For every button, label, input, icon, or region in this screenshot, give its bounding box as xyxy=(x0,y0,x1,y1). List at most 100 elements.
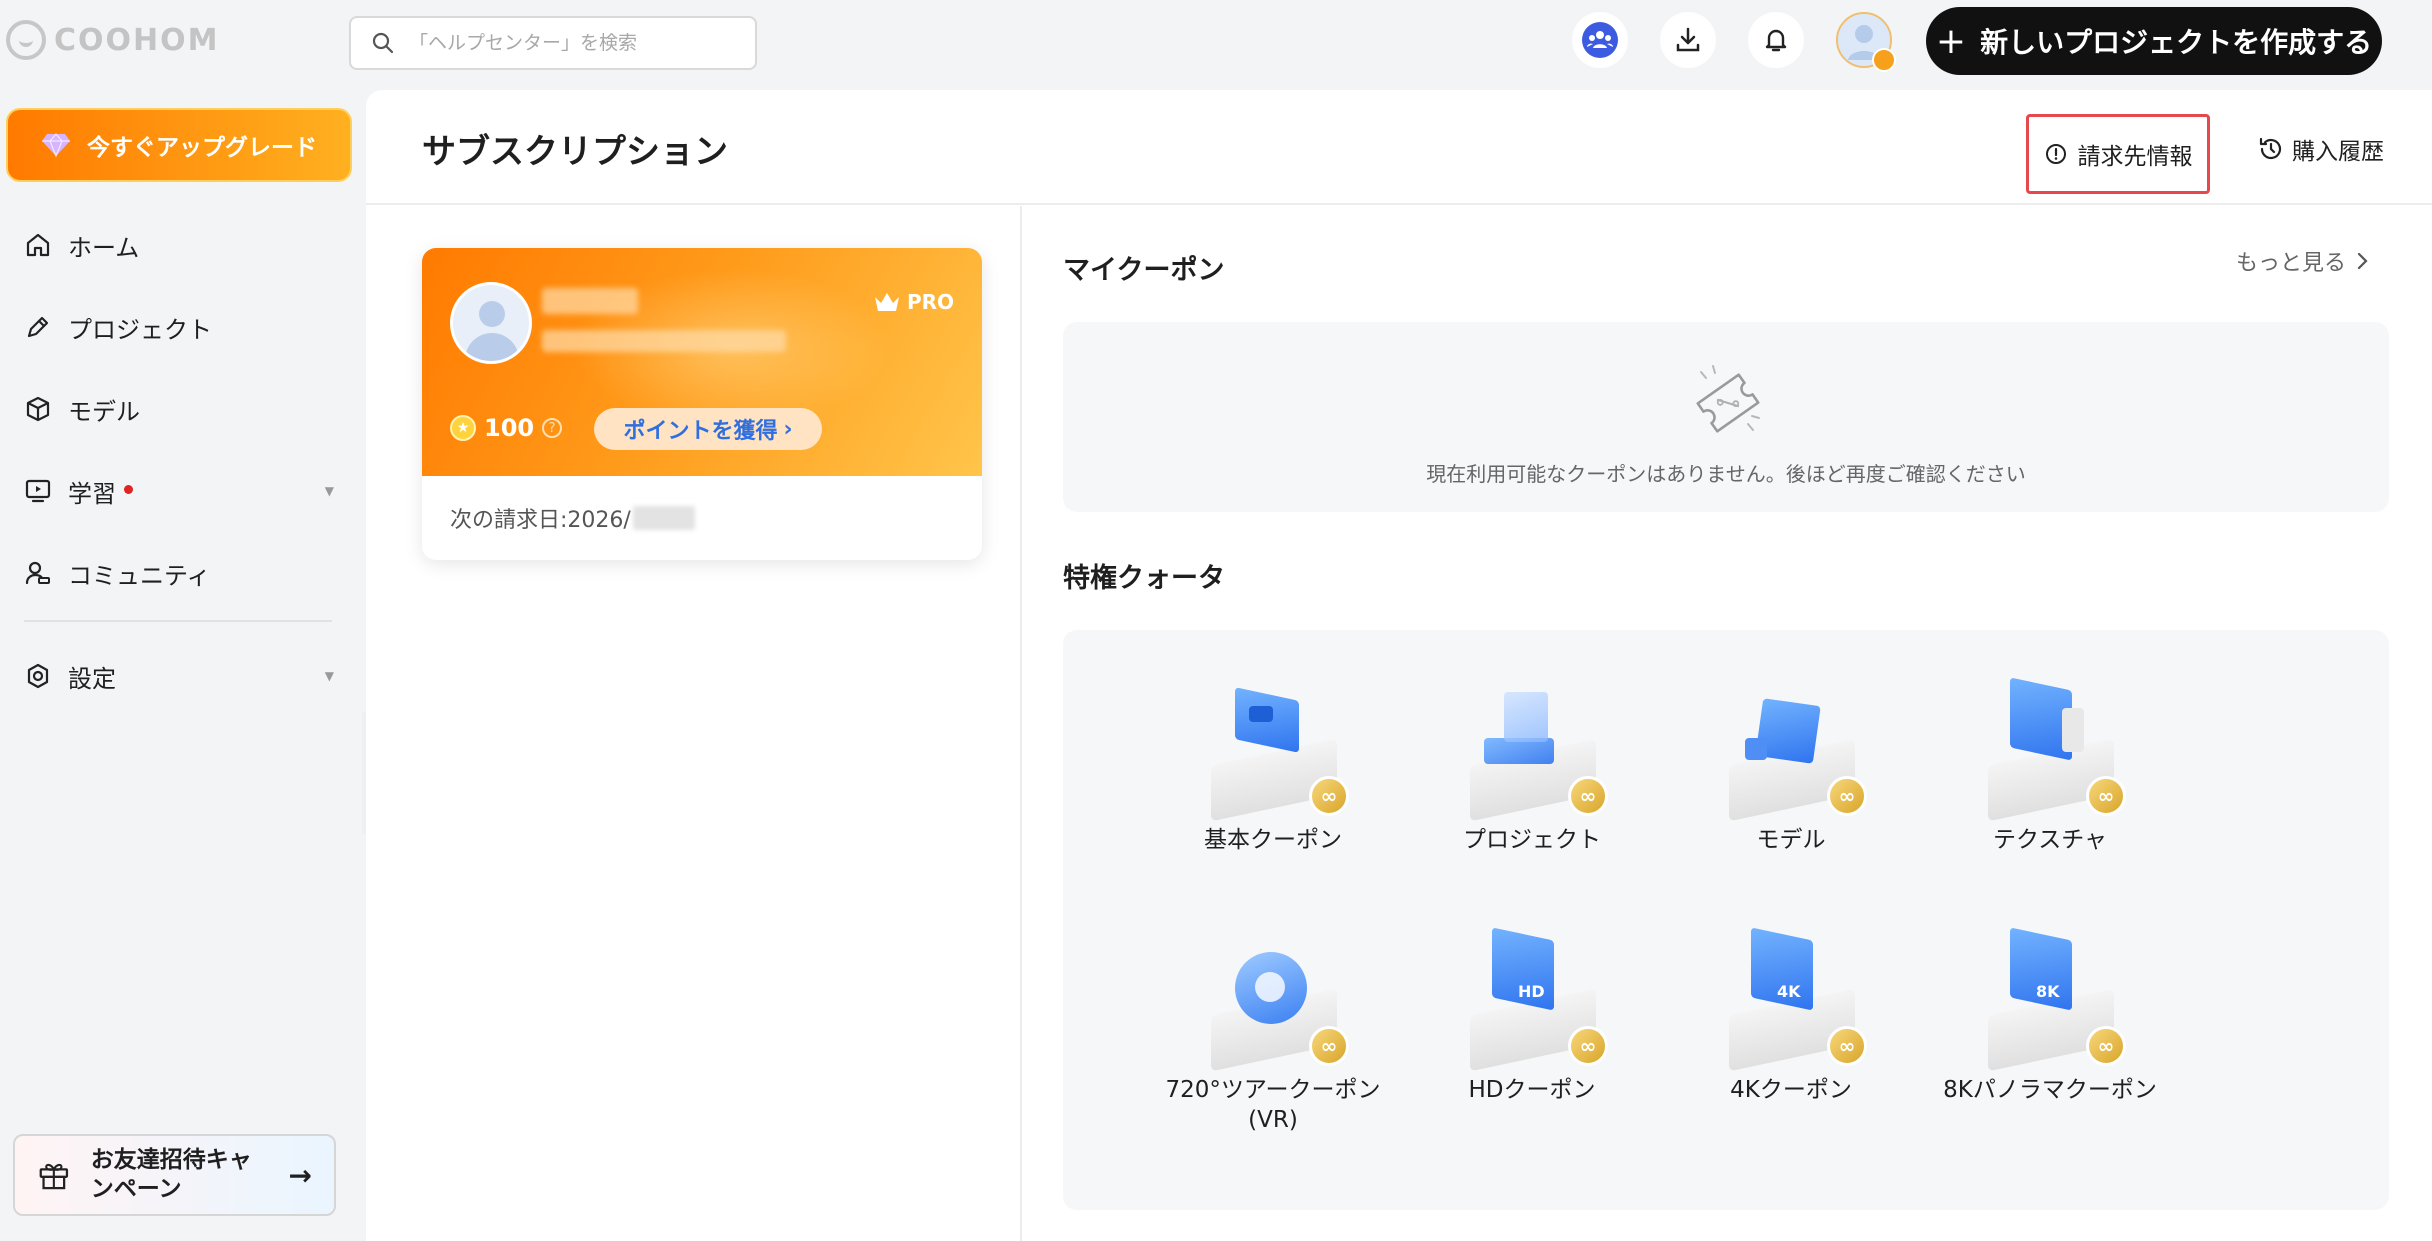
upgrade-label: 今すぐアップグレード xyxy=(87,135,317,161)
invite-label: お友達招待キャンペーン xyxy=(90,1147,252,1202)
4k-illustration: 4K ∞ xyxy=(1711,927,1871,1072)
infinity-icon: ∞ xyxy=(2086,776,2126,816)
quota-label: 8Kパノラマクーポン xyxy=(1943,1077,2157,1103)
main-panel: サブスクリプション 請求先情報 購入履歴 PRO ★ 100 ? ポイントを獲得… xyxy=(366,90,2432,1241)
texture-illustration: ∞ xyxy=(1970,677,2130,822)
empty-coupon-state: 現在利用可能なクーポンはありません。後ほど再度ご確認ください xyxy=(1063,322,2389,512)
team-button[interactable] xyxy=(1572,12,1628,68)
play-screen-icon xyxy=(25,479,51,503)
vr-tour-illustration: ∞ xyxy=(1193,930,1353,1072)
plus-icon: + xyxy=(1935,20,1967,62)
crown-badge-icon xyxy=(1872,48,1896,72)
coupon-ticket-icon xyxy=(1696,365,1760,433)
get-points-label: ポイントを獲得 xyxy=(623,419,778,444)
user-avatar-button[interactable] xyxy=(1836,12,1896,72)
sidebar-item-label: ホーム xyxy=(68,233,140,262)
sidebar-divider xyxy=(24,620,332,622)
quota-label: 基本クーポン xyxy=(1204,827,1342,853)
infinity-icon: ∞ xyxy=(1309,1026,1349,1066)
privilege-quota-panel: ∞ 基本クーポン ∞ プロジェクト ∞ モデル ∞ テクスチャ ∞ 720°ツア… xyxy=(1063,630,2389,1210)
infinity-icon: ∞ xyxy=(1827,1026,1867,1066)
arrow-right-icon: → xyxy=(288,1158,312,1192)
download-button[interactable] xyxy=(1660,12,1716,68)
subscription-card: PRO ★ 100 ? ポイントを獲得 › 次の請求日:2026/ xyxy=(422,248,982,560)
column-divider xyxy=(1020,206,1022,1241)
8k-illustration: 8K ∞ xyxy=(1970,927,2130,1072)
notifications-button[interactable] xyxy=(1748,12,1804,68)
pen-icon xyxy=(27,316,49,338)
blurred-username xyxy=(542,288,638,314)
bell-icon xyxy=(1765,29,1787,52)
blurred-date xyxy=(632,506,695,530)
infinity-icon: ∞ xyxy=(1309,776,1349,816)
sidebar-item-community[interactable]: コミュニティ xyxy=(24,548,334,598)
infinity-icon: ∞ xyxy=(2086,1026,2126,1066)
sidebar: 今すぐアップグレード ホーム プロジェクト モデル 学習 ▼ コミュニティ 設定… xyxy=(0,88,360,1241)
my-coupons-title: マイクーポン xyxy=(1063,255,1225,286)
diamond-icon xyxy=(42,133,70,158)
subscription-card-header: PRO ★ 100 ? ポイントを獲得 › xyxy=(422,248,982,476)
quota-label: モデル xyxy=(1756,827,1826,853)
help-icon[interactable]: ? xyxy=(542,418,563,438)
infinity-icon: ∞ xyxy=(1827,776,1867,816)
quota-item-basic: ∞ 基本クーポン xyxy=(1153,680,1393,856)
info-icon xyxy=(2045,144,2066,164)
sidebar-item-projects[interactable]: プロジェクト xyxy=(24,302,334,352)
sidebar-item-label: プロジェクト xyxy=(68,315,212,344)
quota-item-8k: 8K ∞ 8Kパノラマクーポン xyxy=(1930,927,2170,1106)
infinity-icon: ∞ xyxy=(1568,1026,1608,1066)
search-input[interactable] xyxy=(409,32,729,54)
crown-icon xyxy=(874,293,899,311)
create-project-button[interactable]: + 新しいプロジェクトを作成する xyxy=(1926,7,2382,75)
quota-item-model: ∞ モデル xyxy=(1671,680,1911,856)
infinity-icon: ∞ xyxy=(1568,776,1608,816)
top-bar: COOHOM + 新しいプロジェクトを作成する xyxy=(0,0,2432,88)
model-illustration: ∞ xyxy=(1711,680,1871,822)
blurred-email xyxy=(542,330,786,352)
get-points-button[interactable]: ポイントを獲得 › xyxy=(594,408,822,450)
quota-item-texture: ∞ テクスチャ xyxy=(1930,677,2170,856)
see-more-link[interactable]: もっと見る xyxy=(2236,245,2370,277)
purchase-history-label: 購入履歴 xyxy=(2292,139,2384,165)
home-icon xyxy=(26,233,50,257)
quota-item-4k: 4K ∞ 4Kクーポン xyxy=(1671,927,1911,1106)
billing-info-label: 請求先情報 xyxy=(2077,144,2193,170)
billing-info-button[interactable]: 請求先情報 xyxy=(2026,114,2210,194)
sidebar-item-settings[interactable]: 設定 ▼ xyxy=(24,651,334,701)
community-icon xyxy=(25,561,50,585)
new-dot-badge xyxy=(124,484,133,494)
help-search-box[interactable] xyxy=(349,16,757,70)
cube-icon xyxy=(26,396,50,422)
sidebar-item-label: コミュニティ xyxy=(68,561,211,590)
logo-text: COOHOM xyxy=(54,22,220,58)
chevron-right-icon xyxy=(2357,252,2368,270)
logo-icon xyxy=(6,20,46,60)
history-icon xyxy=(2259,137,2282,160)
sidebar-item-models[interactable]: モデル xyxy=(24,384,334,434)
basic-coupon-illustration: ∞ xyxy=(1193,680,1353,822)
user-avatar xyxy=(450,282,532,364)
chevron-down-icon: ▼ xyxy=(324,484,334,498)
sidebar-item-label: 設定 xyxy=(68,664,116,693)
4k-screen-label: 4K xyxy=(1777,982,1801,1001)
purchase-history-button[interactable]: 購入履歴 xyxy=(2258,132,2384,166)
hd-illustration: HD ∞ xyxy=(1452,927,1612,1072)
sidebar-item-learning[interactable]: 学習 ▼ xyxy=(24,466,334,516)
upgrade-button[interactable]: 今すぐアップグレード xyxy=(6,108,352,182)
create-project-label: 新しいプロジェクトを作成する xyxy=(1980,26,2373,59)
invite-campaign-banner[interactable]: お友達招待キャンペーン → xyxy=(13,1134,336,1216)
privilege-quota-title: 特権クォータ xyxy=(1063,563,1225,594)
page-title: サブスクリプション xyxy=(422,132,728,172)
points-balance: ★ 100 ? xyxy=(450,414,563,442)
coohom-logo[interactable]: COOHOM xyxy=(6,18,220,62)
hd-screen-label: HD xyxy=(1518,982,1545,1001)
project-illustration: ∞ xyxy=(1452,680,1612,822)
coin-icon: ★ xyxy=(450,415,476,441)
sidebar-item-home[interactable]: ホーム xyxy=(24,220,334,270)
quota-label: HDクーポン xyxy=(1468,1077,1596,1103)
chevron-right-icon: › xyxy=(783,416,793,442)
page-header: サブスクリプション 請求先情報 購入履歴 xyxy=(366,90,2432,205)
sidebar-item-label: モデル xyxy=(68,397,140,426)
quota-label: プロジェクト xyxy=(1463,827,1601,853)
search-icon xyxy=(372,32,394,54)
